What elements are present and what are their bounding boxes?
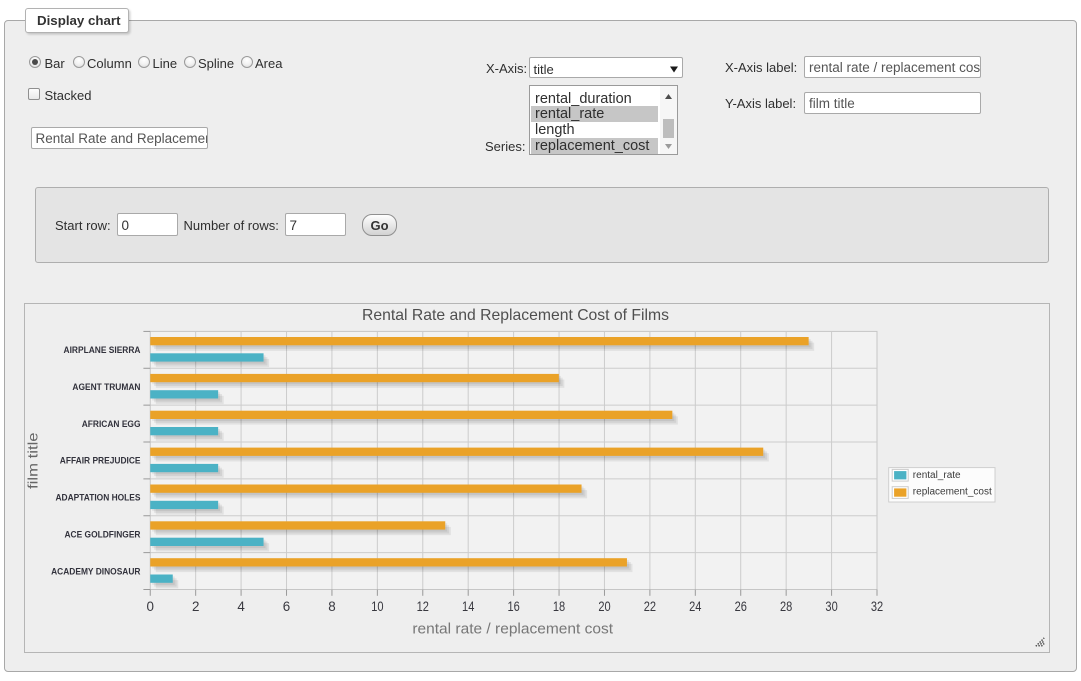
svg-text:14: 14 xyxy=(462,599,475,614)
svg-text:ACADEMY DINOSAUR: ACADEMY DINOSAUR xyxy=(51,566,140,577)
svg-text:10: 10 xyxy=(371,599,383,614)
svg-text:0: 0 xyxy=(147,599,154,614)
svg-text:30: 30 xyxy=(825,599,837,614)
svg-text:8: 8 xyxy=(328,599,335,614)
svg-text:AIRPLANE SIERRA: AIRPLANE SIERRA xyxy=(64,345,141,356)
svg-text:replacement_cost: replacement_cost xyxy=(913,486,992,497)
svg-text:16: 16 xyxy=(507,599,519,614)
svg-text:4: 4 xyxy=(237,599,245,614)
svg-text:24: 24 xyxy=(689,599,702,614)
svg-text:28: 28 xyxy=(780,599,792,614)
svg-text:rental rate / replacement cost: rental rate / replacement cost xyxy=(412,620,614,637)
svg-text:22: 22 xyxy=(644,599,656,614)
svg-text:32: 32 xyxy=(871,599,883,614)
svg-text:ADAPTATION HOLES: ADAPTATION HOLES xyxy=(56,493,142,504)
svg-text:film title: film title xyxy=(25,432,41,489)
svg-text:rental_rate: rental_rate xyxy=(913,470,961,481)
svg-text:AFRICAN EGG: AFRICAN EGG xyxy=(82,419,141,430)
svg-text:2: 2 xyxy=(192,599,199,614)
svg-text:AFFAIR PREJUDICE: AFFAIR PREJUDICE xyxy=(60,456,141,467)
svg-text:20: 20 xyxy=(598,599,610,614)
svg-text:6: 6 xyxy=(283,599,290,614)
svg-text:26: 26 xyxy=(735,599,747,614)
svg-text:ACE GOLDFINGER: ACE GOLDFINGER xyxy=(65,530,141,541)
svg-text:Rental Rate and Replacement Co: Rental Rate and Replacement Cost of Film… xyxy=(362,307,669,324)
svg-text:12: 12 xyxy=(417,599,429,614)
svg-text:18: 18 xyxy=(553,599,565,614)
svg-text:AGENT TRUMAN: AGENT TRUMAN xyxy=(72,382,140,393)
